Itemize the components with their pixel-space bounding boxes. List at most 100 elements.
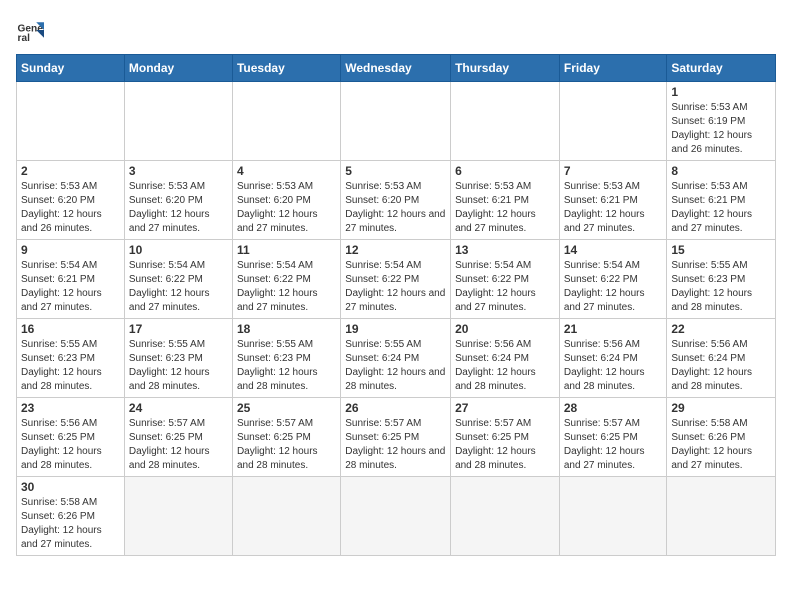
weekday-header-sunday: Sunday xyxy=(17,55,125,82)
calendar-cell xyxy=(232,82,340,161)
day-info: Sunrise: 5:55 AM Sunset: 6:23 PM Dayligh… xyxy=(21,338,120,394)
day-number: 20 xyxy=(455,322,555,336)
day-number: 22 xyxy=(671,322,771,336)
day-info: Sunrise: 5:57 AM Sunset: 6:25 PM Dayligh… xyxy=(455,417,555,473)
day-info: Sunrise: 5:53 AM Sunset: 6:20 PM Dayligh… xyxy=(21,180,120,236)
calendar-cell: 6 Sunrise: 5:53 AM Sunset: 6:21 PM Daylig… xyxy=(451,161,560,240)
weekday-header-wednesday: Wednesday xyxy=(341,55,451,82)
calendar-cell: 8Sunrise: 5:53 AM Sunset: 6:21 PM Daylig… xyxy=(667,161,776,240)
day-info: Sunrise: 5:58 AM Sunset: 6:26 PM Dayligh… xyxy=(671,417,771,473)
calendar-cell: 9 Sunrise: 5:54 AM Sunset: 6:21 PM Daylig… xyxy=(17,240,125,319)
weekday-header-tuesday: Tuesday xyxy=(232,55,340,82)
calendar-cell: 18 Sunrise: 5:55 AM Sunset: 6:23 PM Dayli… xyxy=(232,319,340,398)
calendar-cell: 30 Sunrise: 5:58 AM Sunset: 6:26 PM Dayli… xyxy=(17,477,125,556)
logo-icon: Gene ral xyxy=(16,16,44,44)
calendar-cell: 17Sunrise: 5:55 AM Sunset: 6:23 PM Dayli… xyxy=(124,319,232,398)
day-number: 30 xyxy=(21,480,120,494)
day-info: Sunrise: 5:55 AM Sunset: 6:23 PM Dayligh… xyxy=(129,338,228,394)
calendar-cell: 20 Sunrise: 5:56 AM Sunset: 6:24 PM Dayli… xyxy=(451,319,560,398)
calendar-cell xyxy=(17,82,125,161)
calendar-week-row: 16 Sunrise: 5:55 AM Sunset: 6:23 PM Dayli… xyxy=(17,319,776,398)
calendar-cell: 14 Sunrise: 5:54 AM Sunset: 6:22 PM Dayli… xyxy=(559,240,667,319)
calendar-cell: 13 Sunrise: 5:54 AM Sunset: 6:22 PM Dayli… xyxy=(451,240,560,319)
day-info: Sunrise: 5:55 AM Sunset: 6:23 PM Dayligh… xyxy=(237,338,336,394)
day-info: Sunrise: 5:53 AM Sunset: 6:19 PM Dayligh… xyxy=(671,101,771,157)
day-info: Sunrise: 5:54 AM Sunset: 6:22 PM Dayligh… xyxy=(237,259,336,315)
weekday-header-row: SundayMondayTuesdayWednesdayThursdayFrid… xyxy=(17,55,776,82)
day-number: 2 xyxy=(21,164,120,178)
day-number: 11 xyxy=(237,243,336,257)
day-info: Sunrise: 5:57 AM Sunset: 6:25 PM Dayligh… xyxy=(345,417,446,473)
calendar-cell: 23Sunrise: 5:56 AM Sunset: 6:25 PM Dayli… xyxy=(17,398,125,477)
day-info: Sunrise: 5:53 AM Sunset: 6:20 PM Dayligh… xyxy=(345,180,446,236)
svg-text:ral: ral xyxy=(18,33,31,44)
calendar-cell: 22 Sunrise: 5:56 AM Sunset: 6:24 PM Dayli… xyxy=(667,319,776,398)
day-info: Sunrise: 5:57 AM Sunset: 6:25 PM Dayligh… xyxy=(129,417,228,473)
weekday-header-saturday: Saturday xyxy=(667,55,776,82)
day-number: 13 xyxy=(455,243,555,257)
day-number: 7 xyxy=(564,164,663,178)
day-info: Sunrise: 5:53 AM Sunset: 6:20 PM Dayligh… xyxy=(129,180,228,236)
day-number: 16 xyxy=(21,322,120,336)
day-info: Sunrise: 5:56 AM Sunset: 6:24 PM Dayligh… xyxy=(671,338,771,394)
day-info: Sunrise: 5:53 AM Sunset: 6:21 PM Dayligh… xyxy=(455,180,555,236)
day-number: 3 xyxy=(129,164,228,178)
calendar-cell: 7 Sunrise: 5:53 AM Sunset: 6:21 PM Daylig… xyxy=(559,161,667,240)
day-number: 4 xyxy=(237,164,336,178)
day-number: 8 xyxy=(671,164,771,178)
calendar-cell: 5 Sunrise: 5:53 AM Sunset: 6:20 PM Daylig… xyxy=(341,161,451,240)
calendar-cell xyxy=(124,477,232,556)
calendar-cell xyxy=(341,82,451,161)
calendar-cell xyxy=(451,477,560,556)
day-info: Sunrise: 5:57 AM Sunset: 6:25 PM Dayligh… xyxy=(237,417,336,473)
day-info: Sunrise: 5:56 AM Sunset: 6:24 PM Dayligh… xyxy=(564,338,663,394)
calendar-cell: 26Sunrise: 5:57 AM Sunset: 6:25 PM Dayli… xyxy=(341,398,451,477)
page-header: Gene ral xyxy=(16,16,776,44)
day-number: 27 xyxy=(455,401,555,415)
day-info: Sunrise: 5:54 AM Sunset: 6:22 PM Dayligh… xyxy=(564,259,663,315)
calendar-cell: 29Sunrise: 5:58 AM Sunset: 6:26 PM Dayli… xyxy=(667,398,776,477)
day-number: 14 xyxy=(564,243,663,257)
day-number: 10 xyxy=(129,243,228,257)
day-number: 21 xyxy=(564,322,663,336)
calendar-cell: 2 Sunrise: 5:53 AM Sunset: 6:20 PM Daylig… xyxy=(17,161,125,240)
day-number: 5 xyxy=(345,164,446,178)
calendar-cell xyxy=(559,477,667,556)
day-info: Sunrise: 5:56 AM Sunset: 6:24 PM Dayligh… xyxy=(455,338,555,394)
calendar-week-row: 23Sunrise: 5:56 AM Sunset: 6:25 PM Dayli… xyxy=(17,398,776,477)
weekday-header-friday: Friday xyxy=(559,55,667,82)
calendar-table: SundayMondayTuesdayWednesdayThursdayFrid… xyxy=(16,54,776,556)
calendar-cell: 4Sunrise: 5:53 AM Sunset: 6:20 PM Daylig… xyxy=(232,161,340,240)
calendar-cell xyxy=(667,477,776,556)
day-info: Sunrise: 5:55 AM Sunset: 6:24 PM Dayligh… xyxy=(345,338,446,394)
day-info: Sunrise: 5:58 AM Sunset: 6:26 PM Dayligh… xyxy=(21,496,120,552)
day-info: Sunrise: 5:54 AM Sunset: 6:22 PM Dayligh… xyxy=(129,259,228,315)
calendar-week-row: 1 Sunrise: 5:53 AM Sunset: 6:19 PM Daylig… xyxy=(17,82,776,161)
calendar-cell xyxy=(451,82,560,161)
day-number: 1 xyxy=(671,85,771,99)
calendar-cell: 19Sunrise: 5:55 AM Sunset: 6:24 PM Dayli… xyxy=(341,319,451,398)
weekday-header-thursday: Thursday xyxy=(451,55,560,82)
calendar-cell xyxy=(559,82,667,161)
day-number: 24 xyxy=(129,401,228,415)
day-number: 18 xyxy=(237,322,336,336)
calendar-cell xyxy=(341,477,451,556)
calendar-cell xyxy=(232,477,340,556)
calendar-cell: 10 Sunrise: 5:54 AM Sunset: 6:22 PM Dayli… xyxy=(124,240,232,319)
calendar-cell xyxy=(124,82,232,161)
day-number: 28 xyxy=(564,401,663,415)
calendar-cell: 12Sunrise: 5:54 AM Sunset: 6:22 PM Dayli… xyxy=(341,240,451,319)
calendar-cell: 25Sunrise: 5:57 AM Sunset: 6:25 PM Dayli… xyxy=(232,398,340,477)
day-number: 6 xyxy=(455,164,555,178)
day-info: Sunrise: 5:54 AM Sunset: 6:22 PM Dayligh… xyxy=(455,259,555,315)
calendar-cell: 11 Sunrise: 5:54 AM Sunset: 6:22 PM Dayli… xyxy=(232,240,340,319)
day-number: 12 xyxy=(345,243,446,257)
calendar-cell: 15Sunrise: 5:55 AM Sunset: 6:23 PM Dayli… xyxy=(667,240,776,319)
calendar-week-row: 30 Sunrise: 5:58 AM Sunset: 6:26 PM Dayli… xyxy=(17,477,776,556)
day-number: 9 xyxy=(21,243,120,257)
day-number: 15 xyxy=(671,243,771,257)
day-info: Sunrise: 5:53 AM Sunset: 6:21 PM Dayligh… xyxy=(564,180,663,236)
day-info: Sunrise: 5:54 AM Sunset: 6:21 PM Dayligh… xyxy=(21,259,120,315)
calendar-cell: 28Sunrise: 5:57 AM Sunset: 6:25 PM Dayli… xyxy=(559,398,667,477)
calendar-week-row: 2 Sunrise: 5:53 AM Sunset: 6:20 PM Daylig… xyxy=(17,161,776,240)
